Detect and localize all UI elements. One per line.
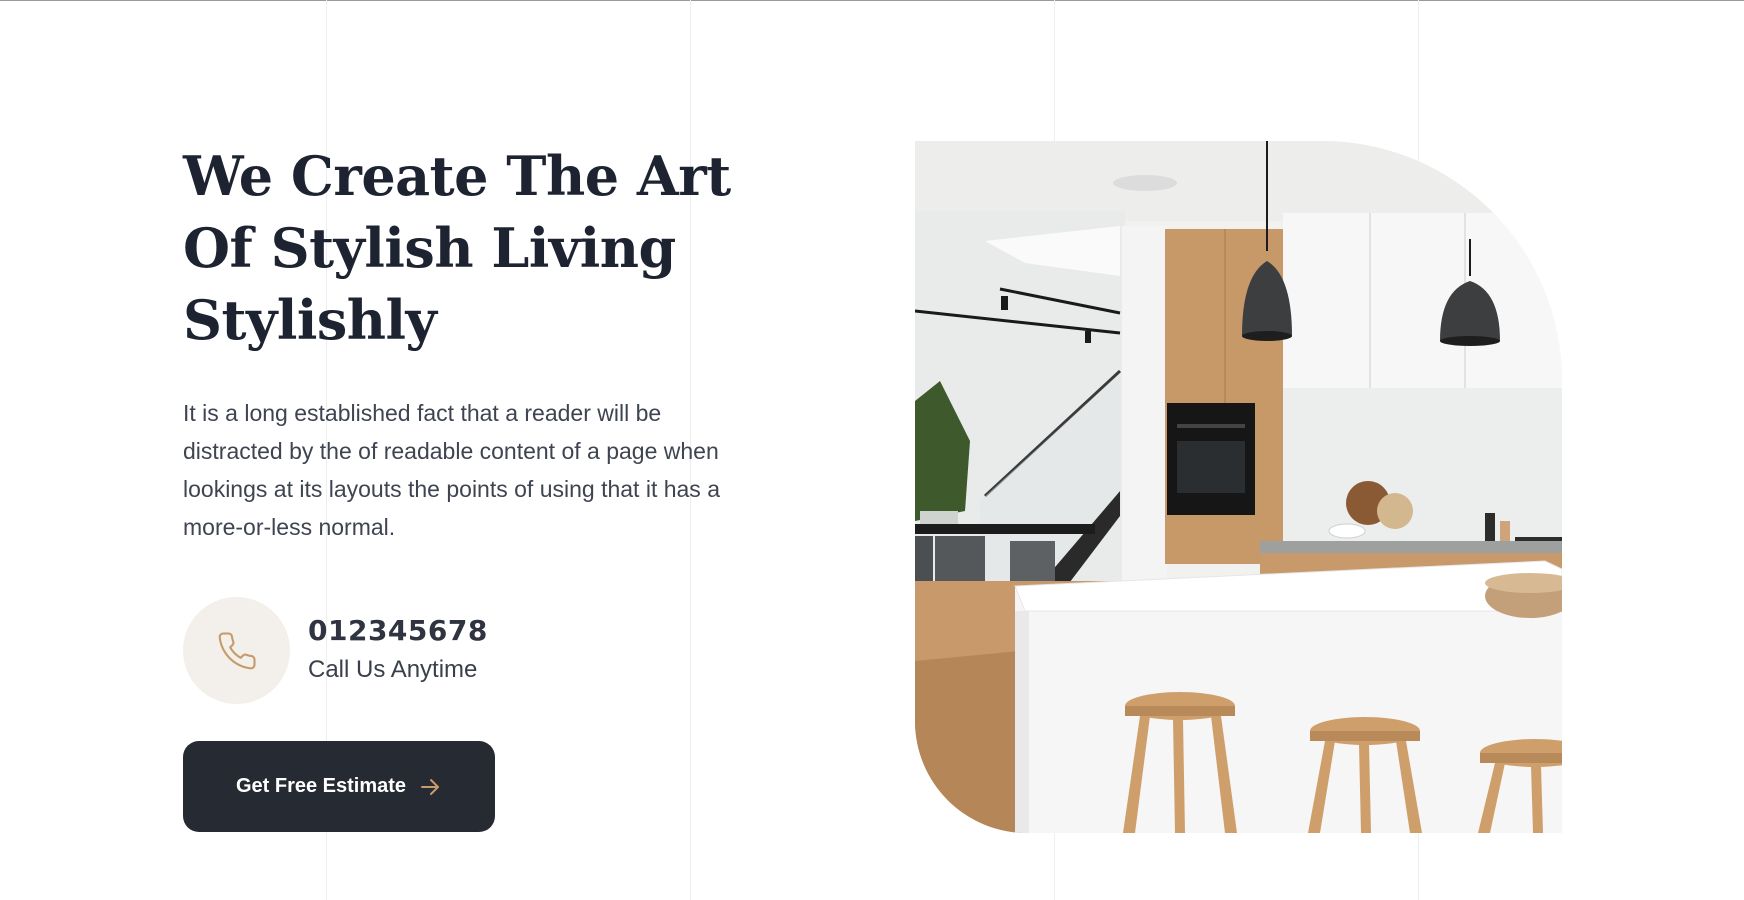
kitchen-interior-image — [915, 141, 1562, 833]
hero-title: We Create The Art Of Stylish Living Styl… — [183, 140, 743, 356]
top-rule — [0, 0, 1744, 1]
phone-caption: Call Us Anytime — [308, 656, 478, 683]
hero-title-line: Stylishly — [183, 288, 437, 352]
hero-title-line: Of Stylish Living — [183, 216, 676, 280]
phone-number[interactable]: 012345678 — [308, 613, 488, 649]
hero-title-line: We Create The Art — [183, 144, 731, 208]
phone-badge — [183, 597, 290, 704]
phone-icon — [218, 631, 256, 669]
arrow-right-icon — [421, 778, 440, 795]
cta-label: Get Free Estimate — [235, 775, 407, 797]
hero-description: It is a long established fact that a rea… — [183, 400, 720, 540]
get-free-estimate-button[interactable]: Get Free Estimate — [183, 741, 495, 832]
